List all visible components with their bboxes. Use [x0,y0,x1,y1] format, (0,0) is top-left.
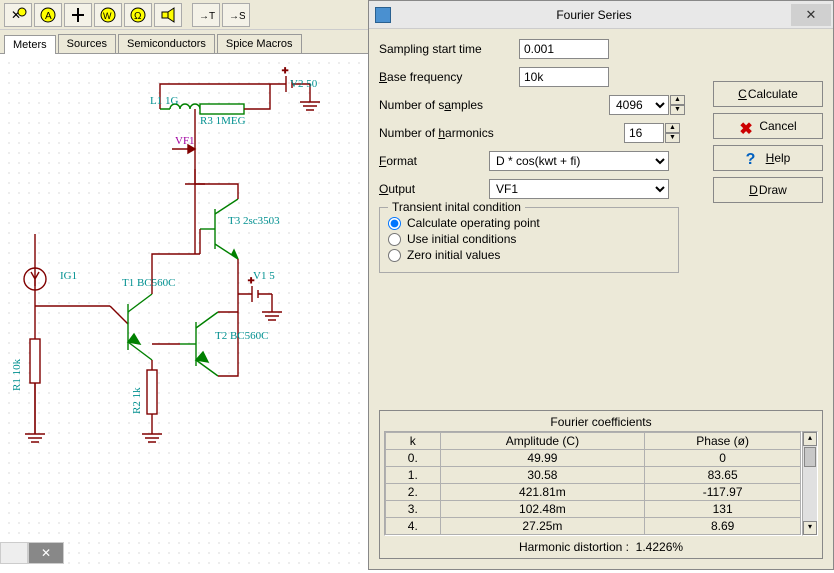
spin-down[interactable]: ▼ [665,133,680,143]
harmonics-label: Number of harmonics [379,126,519,140]
label-l1: L1 1G [150,95,178,107]
toolbar-btn[interactable] [64,3,92,27]
radio-calc-op[interactable] [388,217,401,230]
output-label: Output [379,182,489,196]
harmonic-distortion: Harmonic distortion : 1.4226% [384,540,818,554]
table-row[interactable]: 2.421.81m-117.97 [386,484,801,501]
titlebar: Fourier Series ✕ [369,1,833,29]
tab-spice[interactable]: Spice Macros [217,34,302,53]
fourier-dialog: Fourier Series ✕ Sampling start time Bas… [368,0,834,570]
samples-label: Number of samples [379,98,519,112]
label-r2: R2 1k [131,387,143,414]
toolbar-btn[interactable]: →T [192,3,220,27]
status-close[interactable]: ✕ [28,542,64,564]
tab-semiconductors[interactable]: Semiconductors [118,34,215,53]
toolbar-btn[interactable] [154,3,182,27]
col-phase[interactable]: Phase (ø) [645,433,801,450]
label-vf1: VF1 [175,135,195,147]
coeff-title: Fourier coefficients [384,415,818,429]
samples-select[interactable]: 4096 [609,95,669,115]
sampling-label: Sampling start time [379,42,519,56]
scroll-thumb[interactable] [804,447,816,467]
label-ig1: IG1 [60,270,77,282]
tab-sources[interactable]: Sources [58,34,116,53]
spin-up[interactable]: ▲ [665,123,680,133]
svg-text:Ω: Ω [134,11,142,22]
svg-text:W: W [103,11,112,21]
tab-meters[interactable]: Meters [4,35,56,54]
col-amp[interactable]: Amplitude (C) [440,433,645,450]
spin-up[interactable]: ▲ [670,95,685,105]
radio-zero[interactable] [388,249,401,262]
dialog-icon [375,7,391,23]
table-row[interactable]: 4.27.25m8.69 [386,518,801,535]
label-t2: T2 BC560C [215,330,268,342]
toolbar-btn[interactable]: A [34,3,62,27]
format-label: Format [379,154,489,168]
schematic-canvas[interactable]: + + [0,54,370,570]
toolbar-btn[interactable]: ✕ [4,3,32,27]
draw-button[interactable]: DDraw [713,177,823,203]
statusbar: ✕ [0,542,80,570]
group-legend: Transient inital condition [388,200,525,214]
close-icon[interactable]: ✕ [791,4,831,26]
scrollbar[interactable]: ▴ ▾ [802,431,818,536]
sampling-input[interactable] [519,39,609,59]
basefreq-input[interactable] [519,67,609,87]
table-row[interactable]: 0.49.990 [386,450,801,467]
label-v1: V1 5 [253,270,275,282]
help-icon: ? [746,151,760,165]
output-select[interactable]: VF1 [489,179,669,199]
coeff-panel: Fourier coefficients k Amplitude (C) Pha… [379,410,823,559]
radio-use-init[interactable] [388,233,401,246]
help-button[interactable]: ?Help [713,145,823,171]
cancel-button[interactable]: ✖Cancel [713,113,823,139]
toolbar-btn[interactable]: Ω [124,3,152,27]
svg-text:A: A [45,11,52,22]
toolbar-btn[interactable]: W [94,3,122,27]
coeff-table: k Amplitude (C) Phase (ø) 0.49.9901.30.5… [384,431,802,536]
harmonics-input[interactable] [624,123,664,143]
label-v2: V2 50 [290,78,318,90]
svg-text:→S: →S [229,11,245,22]
spin-down[interactable]: ▼ [670,105,685,115]
svg-text:→T: →T [199,11,215,22]
calculate-button[interactable]: CCalculate [713,81,823,107]
table-row[interactable]: 1.30.5883.65 [386,467,801,484]
label-t3: T3 2sc3503 [228,215,280,227]
toolbar-btn[interactable]: →S [222,3,250,27]
scroll-down-icon[interactable]: ▾ [803,521,817,535]
label-r1: R1 10k [11,358,23,391]
svg-text:+: + [282,65,288,77]
transient-group: Transient inital condition Calculate ope… [379,207,679,273]
col-k[interactable]: k [386,433,441,450]
scroll-up-icon[interactable]: ▴ [803,432,817,446]
format-select[interactable]: D * cos(kwt + fi) [489,151,669,171]
basefreq-label: Base frequency [379,70,519,84]
label-t1: T1 BC560C [122,277,175,289]
table-row[interactable]: 3.102.48m131 [386,501,801,518]
dialog-title: Fourier Series [397,8,791,22]
label-r3: R3 1MEG [200,115,246,127]
status-cell[interactable] [0,542,28,564]
x-icon: ✖ [739,119,753,133]
